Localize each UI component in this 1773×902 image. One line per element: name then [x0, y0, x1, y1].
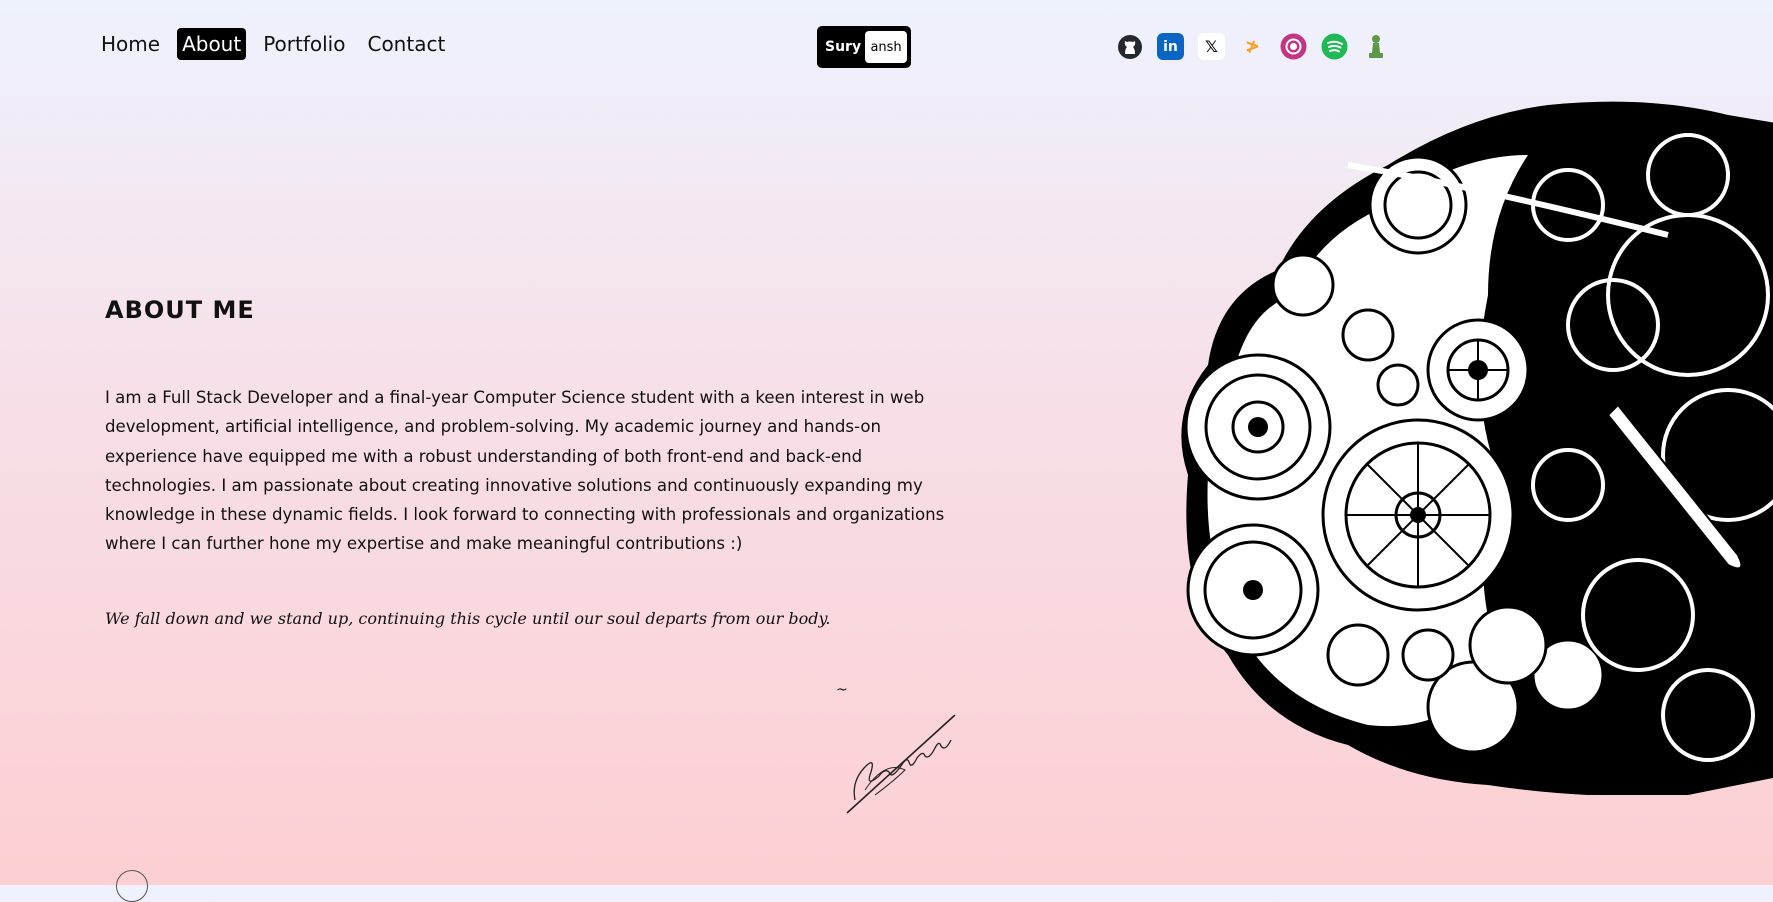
main-nav: Home About Portfolio Contact	[96, 28, 450, 60]
about-bio: I am a Full Stack Developer and a final-…	[105, 388, 945, 554]
gear-brain-illustration	[1181, 101, 1773, 795]
github-icon[interactable]	[1116, 33, 1143, 60]
nav-portfolio[interactable]: Portfolio	[258, 28, 350, 60]
quote-tilde: ~	[836, 682, 848, 698]
logo-left-text: Sury	[825, 39, 862, 55]
site-logo[interactable]: Sury ansh	[817, 26, 911, 68]
spotify-icon[interactable]	[1321, 33, 1348, 60]
about-quote: We fall down and we stand up, continuing…	[105, 609, 831, 628]
scroll-indicator[interactable]	[116, 870, 148, 902]
logo-right-text: ansh	[865, 31, 907, 63]
social-links: in 𝕏 ≯	[1116, 33, 1389, 60]
signature-image	[846, 714, 956, 814]
instagram-icon[interactable]	[1280, 33, 1307, 60]
x-icon[interactable]: 𝕏	[1198, 33, 1225, 60]
nav-about[interactable]: About	[177, 28, 247, 60]
nav-contact[interactable]: Contact	[362, 28, 450, 60]
about-heading: ABOUT ME	[105, 296, 255, 324]
chess-icon[interactable]	[1362, 33, 1389, 60]
nav-home[interactable]: Home	[96, 28, 165, 60]
linkedin-icon[interactable]: in	[1157, 33, 1184, 60]
leetcode-icon[interactable]: ≯	[1239, 33, 1266, 60]
